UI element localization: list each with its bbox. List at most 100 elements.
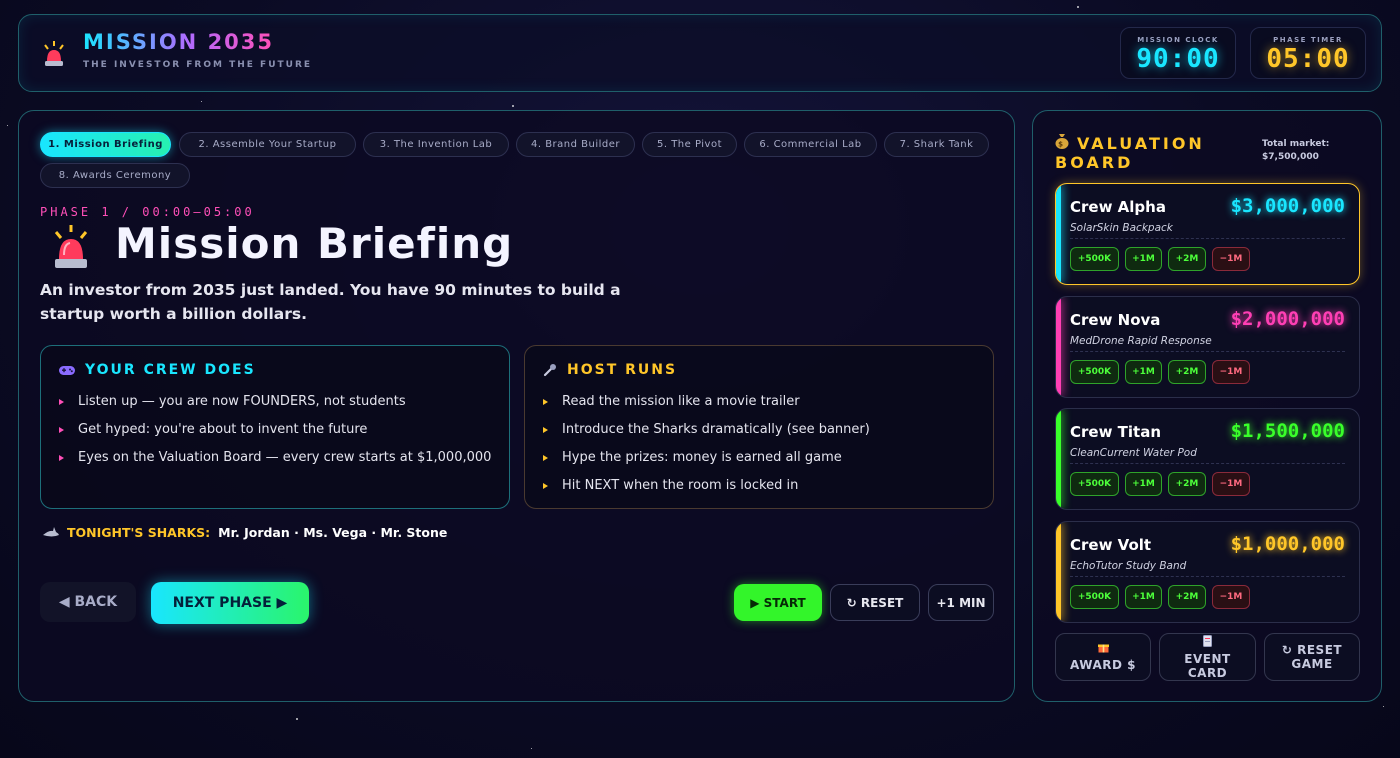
star [531,748,532,749]
add-valuation-button[interactable]: +500K [1070,247,1119,271]
total-market-label: Total market: [1262,139,1330,149]
star [1383,706,1384,707]
crew-name: Crew Nova [1070,311,1161,329]
phase-timer: PHASE TIMER 05:00 [1250,27,1366,79]
phase-label: PHASE 1 / 00:00–05:00 [40,205,255,219]
add-valuation-button[interactable]: +2M [1168,472,1206,496]
phase-description: An investor from 2035 just landed. You h… [40,281,621,323]
crew-color-bar [1056,297,1061,397]
add-valuation-button[interactable]: +1M [1125,247,1162,271]
add-valuation-button[interactable]: +500K [1070,360,1119,384]
tab-invention-lab[interactable]: 3. The Invention Lab [363,132,509,157]
svg-text:$: $ [1058,141,1066,149]
list-item: Introduce the Sharks dramatically (see b… [543,416,979,444]
crew-product: EchoTutor Study Band [1070,560,1187,572]
app-header: MISSION 2035 THE INVESTOR FROM THE FUTUR… [18,14,1382,92]
add-valuation-button[interactable]: +1M [1125,585,1162,609]
add-valuation-button[interactable]: +2M [1168,360,1206,384]
divider [1070,238,1345,239]
phase-timer-label: PHASE TIMER [1273,36,1343,44]
crew-product: SolarSkin Backpack [1070,222,1173,234]
phase-title: Mission Briefing [115,219,514,268]
list-item: Hit NEXT when the room is locked in [543,472,979,500]
crew-card: Crew Alpha $3,000,000 SolarSkin Backpack +5… [1055,183,1360,285]
sharks-banner: TONIGHT'S SHARKS: Mr. Jordan · Ms. Vega … [43,525,447,540]
divider [1070,351,1345,352]
subtract-valuation-button[interactable]: −1M [1212,585,1250,609]
event-card-button[interactable]: EVENT CARD [1159,633,1256,681]
add-valuation-button[interactable]: +500K [1070,472,1119,496]
add-valuation-button[interactable]: +1M [1125,360,1162,384]
phase-timer-value: 05:00 [1266,44,1350,74]
siren-icon [54,225,88,268]
next-phase-button[interactable]: NEXT PHASE ▶ [151,582,309,624]
list-item: Listen up — you are now FOUNDERS, not st… [59,388,495,416]
crew-color-bar [1056,409,1061,509]
app-subtitle: THE INVESTOR FROM THE FUTURE [83,60,313,70]
tab-mission-briefing[interactable]: 1. Mission Briefing [40,132,171,157]
award-money-button[interactable]: AWARD $ [1055,633,1151,681]
total-market-value: $7,500,000 [1262,152,1319,162]
subtract-valuation-button[interactable]: −1M [1212,472,1250,496]
gift-icon [1097,644,1109,653]
add-minute-button[interactable]: +1 MIN [928,584,994,621]
crew-name: Crew Titan [1070,423,1162,441]
tab-awards-ceremony[interactable]: 8. Awards Ceremony [40,163,190,188]
card-icon [1203,634,1212,647]
host-runs-card: HOST RUNS Read the mission like a movie … [524,345,994,509]
crew-card: Crew Titan $1,500,000 CleanCurrent Water P… [1055,408,1360,510]
subtract-valuation-button[interactable]: −1M [1212,360,1250,384]
crew-valuation: $2,000,000 [1230,308,1345,330]
star [296,718,298,720]
list-item: Get hyped: you're about to invent the fu… [59,416,495,444]
tab-brand-builder[interactable]: 4. Brand Builder [516,132,635,157]
crew-does-card: YOUR CREW DOES Listen up — you are now F… [40,345,510,509]
host-card-title: HOST RUNS [567,362,678,378]
crew-product: MedDrone Rapid Response [1070,335,1212,347]
crew-card: Crew Nova $2,000,000 MedDrone Rapid Respon… [1055,296,1360,398]
tab-commercial-lab[interactable]: 6. Commercial Lab [744,132,877,157]
tab-shark-tank[interactable]: 7. Shark Tank [884,132,989,157]
sharks-names: Mr. Jordan · Ms. Vega · Mr. Stone [218,525,448,540]
crew-valuation: $1,000,000 [1230,533,1345,555]
reset-timer-button[interactable]: ↻ RESET [830,584,920,621]
star [201,101,202,102]
mission-clock-value: 90:00 [1136,44,1220,74]
star [512,105,514,107]
star [7,125,8,126]
star [1077,6,1079,8]
money-bag-icon: $ [1055,134,1069,149]
start-timer-button[interactable]: ▶ START [734,584,822,621]
crew-color-bar [1056,184,1061,284]
crew-name: Crew Volt [1070,536,1152,554]
tab-the-pivot[interactable]: 5. The Pivot [642,132,737,157]
crew-card: Crew Volt $1,000,000 EchoTutor Study Band +… [1055,521,1360,623]
add-valuation-button[interactable]: +1M [1125,472,1162,496]
add-valuation-button[interactable]: +500K [1070,585,1119,609]
add-valuation-button[interactable]: +2M [1168,247,1206,271]
valuation-board: $ VALUATION BOARD Total market: $7,500,0… [1032,110,1382,702]
back-button[interactable]: ◀ BACK [40,582,136,622]
mission-clock-label: MISSION CLOCK [1137,36,1219,44]
board-title: $ VALUATION BOARD [1055,134,1205,172]
reset-game-button[interactable]: ↻ RESET GAME [1264,633,1360,681]
sharks-label: TONIGHT'S SHARKS: [67,525,211,540]
gamepad-icon [59,366,75,375]
shark-icon [43,526,59,536]
phase-panel: 1. Mission Briefing 2. Assemble Your Sta… [18,110,1015,702]
crew-valuation: $3,000,000 [1230,195,1345,217]
total-market: Total market: $7,500,000 [1262,138,1329,164]
crew-product: CleanCurrent Water Pod [1070,447,1197,459]
tab-assemble-startup[interactable]: 2. Assemble Your Startup [179,132,356,157]
app-title: MISSION 2035 [83,30,275,54]
list-item: Eyes on the Valuation Board — every crew… [59,444,495,472]
siren-icon [44,41,64,66]
microphone-icon [543,364,556,377]
add-valuation-button[interactable]: +2M [1168,585,1206,609]
list-item: Read the mission like a movie trailer [543,388,979,416]
subtract-valuation-button[interactable]: −1M [1212,247,1250,271]
crew-valuation: $1,500,000 [1230,420,1345,442]
crew-color-bar [1056,522,1061,622]
mission-clock: MISSION CLOCK 90:00 [1120,27,1236,79]
divider [1070,576,1345,577]
